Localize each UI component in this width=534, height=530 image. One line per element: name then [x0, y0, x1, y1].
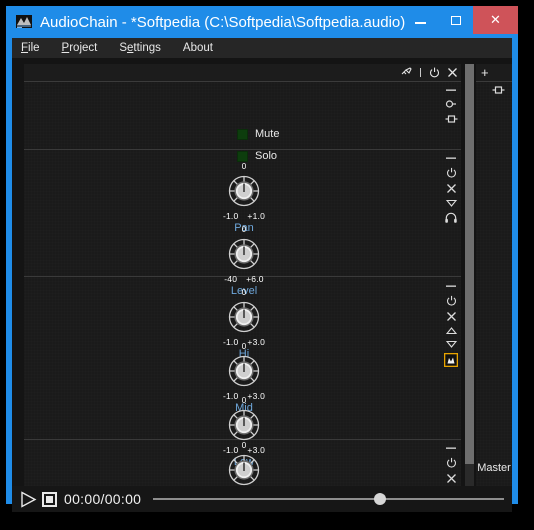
audiochain-logo-icon: [16, 14, 33, 30]
master-label: Master: [477, 462, 511, 474]
position-slider[interactable]: [153, 492, 504, 506]
minus-icon[interactable]: [445, 86, 457, 94]
minus-icon[interactable]: [445, 282, 457, 290]
knob-min-level: -40: [224, 274, 238, 284]
knob-max-pan: +1.0: [247, 211, 266, 221]
knob-dial-pan[interactable]: 0: [223, 163, 265, 212]
knob-min-pan: -1.0: [222, 211, 239, 221]
plug-icon[interactable]: [445, 114, 458, 124]
close-icon[interactable]: [447, 67, 458, 78]
knob-dial-level[interactable]: 0: [223, 226, 265, 275]
minus-icon[interactable]: [445, 444, 457, 452]
rack-scrollbar-thumb[interactable]: [465, 64, 474, 464]
channel-rack[interactable]: SOFTPEDIA™ www.softpedia.com Mute Solo 0: [24, 64, 461, 489]
strip-section-1: [443, 86, 459, 124]
menu-item-project[interactable]: Project: [59, 41, 101, 55]
knob-dial-low[interactable]: 0: [223, 397, 265, 446]
knob-max-level: +6.0: [246, 274, 264, 284]
knob-zero-label-mid: 0: [241, 342, 247, 351]
triangle-up-icon[interactable]: [445, 327, 457, 335]
knob-dial-latency[interactable]: 0: [223, 442, 265, 489]
mute-label: Mute: [255, 128, 280, 140]
menu-item-file[interactable]: File: [18, 41, 43, 55]
knob-zero-label-hi: 0: [241, 288, 247, 297]
mute-toggle[interactable]: Mute: [237, 128, 279, 140]
add-channel-button[interactable]: +: [481, 65, 489, 80]
knob-zero-label-low: 0: [241, 396, 247, 405]
application-window: AudioChain - *Softpedia (C:\Softpedia\So…: [6, 6, 518, 512]
preset-icon-selected[interactable]: [444, 353, 458, 367]
plug-icon[interactable]: [492, 85, 505, 95]
solo-led-icon: [237, 150, 248, 162]
client-area: SOFTPEDIA™ www.softpedia.com Mute Solo 0: [12, 58, 512, 498]
close-icon[interactable]: [446, 473, 457, 484]
strip-section-3: [443, 282, 459, 367]
play-button[interactable]: [20, 490, 37, 508]
close-icon: ✕: [490, 12, 501, 27]
power-icon[interactable]: [446, 457, 457, 468]
minus-icon[interactable]: [445, 154, 457, 162]
knob-dial-mid[interactable]: 0: [223, 343, 265, 392]
solo-label: Solo: [255, 150, 278, 162]
headphones-icon[interactable]: [445, 212, 457, 223]
stop-button[interactable]: [42, 491, 57, 507]
knob-latency[interactable]: 0 -45k+45k: [184, 442, 304, 489]
transport-bar: 00:00/00:00: [12, 486, 512, 512]
knob-small-icon[interactable]: [445, 99, 457, 109]
triangle-down-icon[interactable]: [445, 340, 457, 348]
title-bar: AudioChain - *Softpedia (C:\Softpedia\So…: [6, 6, 518, 38]
strip-section-2: [443, 154, 459, 223]
knob-dial-hi[interactable]: 0: [223, 289, 265, 338]
knob-zero-label-level: 0: [241, 225, 247, 234]
maximize-button[interactable]: [438, 6, 473, 34]
close-icon[interactable]: [446, 183, 457, 194]
position-slider-track: [153, 498, 504, 500]
minimize-button[interactable]: [403, 6, 438, 34]
position-slider-thumb[interactable]: [374, 493, 387, 505]
solo-toggle[interactable]: Solo: [237, 150, 277, 162]
rack-header: [24, 64, 461, 82]
close-button[interactable]: ✕: [473, 6, 518, 34]
power-icon[interactable]: [429, 67, 440, 78]
master-strip[interactable]: + Master: [476, 64, 512, 489]
strip-section-4: [443, 444, 459, 489]
power-icon[interactable]: [446, 167, 457, 178]
menu-item-settings[interactable]: Settings: [116, 41, 164, 55]
knob-zero-label-latency: 0: [241, 441, 247, 450]
rack-scrollbar[interactable]: [465, 64, 474, 489]
close-icon[interactable]: [446, 311, 457, 322]
power-icon[interactable]: [446, 295, 457, 306]
time-display: 00:00/00:00: [64, 491, 142, 507]
window-title: AudioChain - *Softpedia (C:\Softpedia\So…: [40, 14, 406, 31]
knob-zero-label-pan: 0: [241, 162, 247, 171]
pin-icon[interactable]: [401, 67, 412, 78]
mute-led-icon: [237, 128, 248, 140]
window-controls: ✕: [403, 6, 518, 34]
menu-item-about[interactable]: About: [180, 41, 216, 55]
separator-icon: [419, 67, 422, 78]
menu-bar: File Project Settings About: [12, 38, 512, 58]
triangle-down-icon[interactable]: [445, 199, 457, 207]
